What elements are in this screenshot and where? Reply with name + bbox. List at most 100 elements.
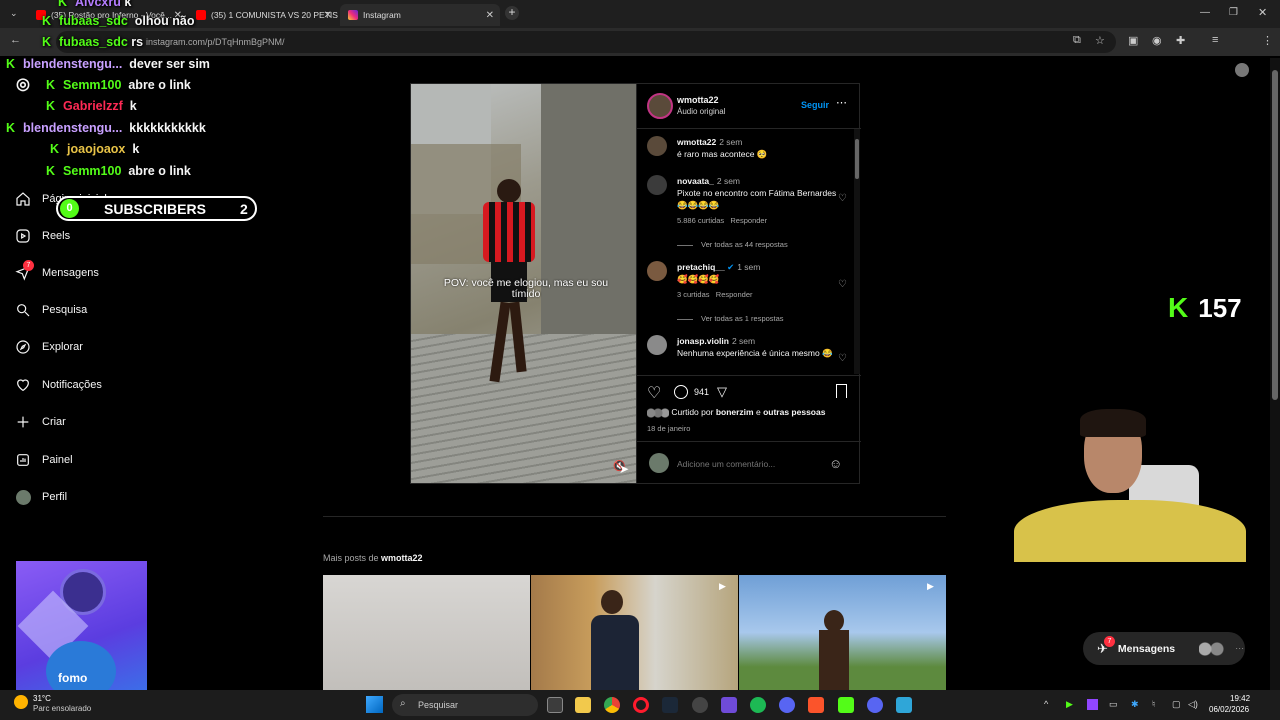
comment-user[interactable]: wmotta22 — [677, 137, 716, 147]
sidebar-item-label: Notificações — [42, 379, 102, 391]
post-video[interactable]: POV: você me elogiou, mas eu sou tímido … — [411, 84, 636, 483]
minimize-icon[interactable]: — — [1200, 7, 1210, 18]
url-field[interactable]: instagram.com/p/DTqHnmBgPNM/ — [56, 31, 1116, 53]
sidebar-item-explore[interactable]: Explorar — [14, 338, 83, 356]
weather-temp[interactable]: 31°C — [33, 694, 51, 703]
chrome-icon[interactable] — [604, 697, 620, 713]
spotify-icon[interactable] — [750, 697, 766, 713]
comment-avatar[interactable] — [647, 136, 667, 156]
steam-icon[interactable] — [662, 697, 678, 713]
emoji-icon[interactable]: ☺ — [829, 456, 842, 471]
audio-label[interactable]: Áudio original — [677, 107, 725, 116]
comment-avatar[interactable] — [647, 261, 667, 281]
save-icon[interactable] — [836, 384, 847, 398]
liked-by-user[interactable]: bonerzim — [716, 407, 754, 417]
comment-user[interactable]: pretachiq__ — [677, 262, 725, 272]
brave-icon[interactable] — [808, 697, 824, 713]
sidebar-item-notifications[interactable]: Notificações — [14, 376, 102, 394]
reply-button[interactable]: Responder — [716, 290, 753, 299]
chat-message: K Gabrielzzf k — [46, 99, 137, 113]
view-replies-link[interactable]: Ver todas as 44 respostas — [677, 240, 788, 249]
chat-text: k — [124, 0, 132, 9]
comment-user[interactable]: novaata_ — [677, 176, 714, 186]
tab-instagram[interactable]: Instagram ✕ — [340, 4, 500, 26]
close-window-icon[interactable]: ✕ — [1258, 6, 1267, 19]
back-arrow-icon[interactable]: ← — [10, 34, 21, 46]
tray-app-icon[interactable]: ▭ — [1109, 699, 1118, 710]
tray-twitch-icon[interactable] — [1087, 699, 1098, 710]
kick-app-icon[interactable] — [838, 697, 854, 713]
liked-by-others[interactable]: outras pessoas — [763, 407, 825, 417]
more-posts-user[interactable]: wmotta22 — [381, 553, 423, 563]
follow-button[interactable]: Seguir — [801, 100, 829, 110]
notepad-icon[interactable] — [896, 697, 912, 713]
sidebar-item-dashboard[interactable]: Painel — [14, 451, 73, 469]
like-comment-icon[interactable]: ♡ — [838, 353, 847, 365]
close-tab-icon[interactable]: ✕ — [324, 10, 332, 21]
like-comment-icon[interactable]: ♡ — [838, 279, 847, 291]
reply-button[interactable]: Responder — [730, 216, 767, 225]
extension-icon[interactable]: ▣ — [1128, 34, 1138, 47]
media-control-icon[interactable]: ≡ — [1212, 34, 1218, 46]
app-icon[interactable] — [779, 697, 795, 713]
puzzle-icon[interactable]: ✚ — [1176, 34, 1185, 47]
comment-icon[interactable] — [674, 385, 688, 399]
app-grid-icon[interactable] — [721, 697, 737, 713]
view-replies-link[interactable]: Ver todas as 1 respostas — [677, 314, 784, 323]
sidebar-item-reels[interactable]: Reels — [14, 227, 70, 245]
discord-icon[interactable] — [867, 697, 883, 713]
page-scrollbar[interactable] — [1270, 58, 1280, 690]
instagram-logo-icon[interactable]: ◎ — [16, 74, 30, 94]
post-thumbnail[interactable] — [323, 575, 530, 690]
post-side-panel: wmotta22 Áudio original Seguir ⋯ wmotta2… — [636, 84, 861, 483]
like-comment-icon[interactable]: ♡ — [838, 193, 847, 205]
maximize-icon[interactable]: ❐ — [1229, 7, 1238, 18]
network-icon[interactable]: ▢ — [1172, 699, 1181, 710]
new-tab-button[interactable]: + — [505, 6, 519, 20]
liked-by-suffix: e — [755, 407, 761, 417]
bluetooth-icon[interactable]: ✱ — [1131, 699, 1139, 710]
task-view-icon[interactable] — [547, 697, 563, 713]
clock-date[interactable]: 06/02/2026 — [1209, 705, 1249, 714]
add-comment-input[interactable] — [677, 457, 817, 471]
heart-icon — [14, 376, 32, 394]
file-explorer-icon[interactable] — [575, 697, 591, 713]
post-thumbnail[interactable]: ▶ — [531, 575, 738, 690]
close-tab-icon[interactable]: ✕ — [486, 10, 494, 21]
liked-by-prefix: Curtido por — [671, 407, 714, 417]
author-avatar[interactable] — [647, 93, 673, 119]
app-icon[interactable] — [692, 697, 708, 713]
post-thumbnail[interactable]: ▶ — [739, 575, 946, 690]
sidebar-item-search[interactable]: Pesquisa — [14, 301, 87, 319]
comments-scrollbar[interactable] — [854, 129, 860, 374]
volume-icon[interactable]: ◁) — [1188, 699, 1198, 710]
windows-start-icon[interactable] — [366, 696, 383, 713]
comment-user[interactable]: jonasp.violin — [677, 336, 729, 346]
browser-menu-icon[interactable]: ⋮ — [1262, 34, 1273, 47]
tray-chevron-icon[interactable]: ^ — [1044, 699, 1048, 709]
comment-avatar[interactable] — [647, 175, 667, 195]
incognito-icon[interactable]: ◉ — [1152, 34, 1162, 47]
more-options-icon[interactable]: ⋯ — [836, 96, 847, 109]
author-username[interactable]: wmotta22 — [677, 95, 719, 105]
like-icon[interactable]: ♡ — [647, 383, 661, 403]
taskbar-search[interactable]: ⌕ Pesquisar — [392, 694, 538, 716]
tray-kick-icon[interactable]: ▶ — [1066, 699, 1073, 710]
bookmark-star-icon[interactable]: ☆ — [1095, 34, 1105, 47]
sidebar-item-create[interactable]: Criar — [14, 413, 66, 431]
share-icon[interactable]: ▽ — [717, 384, 727, 400]
comment-avatar[interactable] — [647, 335, 667, 355]
messages-fab-badge: 7 — [1104, 635, 1115, 647]
install-app-icon[interactable]: ⧉ — [1073, 34, 1081, 47]
sidebar-item-profile[interactable]: Perfil — [14, 488, 67, 506]
clock-time[interactable]: 19:42 — [1230, 694, 1250, 703]
microphone-icon[interactable]: ♮ — [1152, 699, 1155, 710]
fomo-label: fomo — [58, 671, 88, 685]
profile-avatar[interactable] — [1235, 63, 1249, 77]
tab-list-chevron-icon[interactable]: ⌄ — [10, 8, 18, 19]
sidebar-item-messages[interactable]: 7 Mensagens — [14, 260, 99, 282]
messages-floating-button[interactable]: ✈ 7 Mensagens ⋯ — [1083, 632, 1245, 665]
opera-icon[interactable] — [633, 697, 649, 713]
weather-desc[interactable]: Parc ensolarado — [33, 704, 91, 713]
tab-youtube-2[interactable]: (35) 1 COMUNISTA VS 20 PETIS... ✕ — [188, 4, 338, 26]
